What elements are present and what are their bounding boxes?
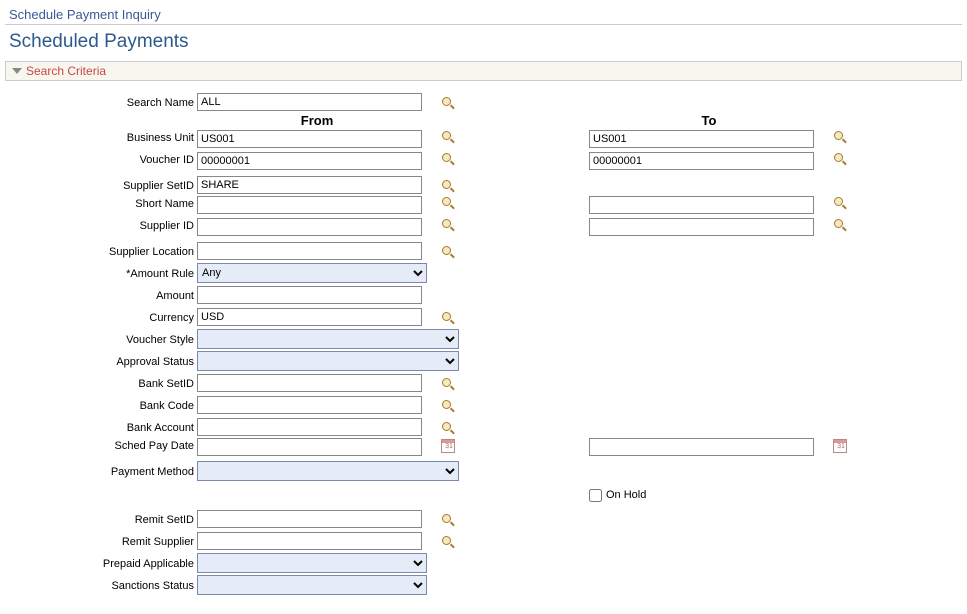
amount-rule-select[interactable]: Any	[197, 263, 427, 283]
lookup-icon[interactable]	[442, 97, 454, 109]
supplier-id-from-input[interactable]	[197, 218, 422, 236]
search-name-label: Search Name	[5, 95, 197, 109]
lookup-icon[interactable]	[834, 153, 846, 165]
bank-code-label: Bank Code	[5, 398, 197, 412]
voucher-id-from-input[interactable]	[197, 152, 422, 170]
supplier-setid-input[interactable]	[197, 176, 422, 194]
bank-setid-input[interactable]	[197, 374, 422, 392]
lookup-icon[interactable]	[442, 219, 454, 231]
lookup-icon[interactable]	[834, 219, 846, 231]
on-hold-label: On Hold	[606, 489, 646, 501]
currency-label: Currency	[5, 310, 197, 324]
lookup-icon[interactable]	[442, 422, 454, 434]
short-name-to-input[interactable]	[589, 196, 814, 214]
remit-setid-label: Remit SetID	[5, 512, 197, 526]
amount-label: Amount	[5, 288, 197, 302]
remit-supplier-input[interactable]	[197, 532, 422, 550]
voucher-id-label: Voucher ID	[5, 152, 197, 174]
search-name-input[interactable]	[197, 93, 422, 111]
lookup-icon[interactable]	[834, 197, 846, 209]
bank-setid-label: Bank SetID	[5, 376, 197, 390]
search-criteria-header[interactable]: Search Criteria	[5, 61, 962, 81]
search-criteria-title: Search Criteria	[26, 64, 106, 78]
lookup-icon[interactable]	[834, 131, 846, 143]
lookup-icon[interactable]	[442, 312, 454, 324]
remit-supplier-label: Remit Supplier	[5, 534, 197, 548]
supplier-location-input[interactable]	[197, 242, 422, 260]
short-name-from-input[interactable]	[197, 196, 422, 214]
sanctions-status-label: Sanctions Status	[5, 578, 197, 592]
approval-status-label: Approval Status	[5, 354, 197, 368]
remit-setid-input[interactable]	[197, 510, 422, 528]
page-title: Scheduled Payments	[5, 25, 962, 61]
lookup-icon[interactable]	[442, 153, 454, 165]
payment-method-label: Payment Method	[5, 464, 197, 478]
breadcrumb: Schedule Payment Inquiry	[5, 5, 962, 25]
lookup-icon[interactable]	[442, 180, 454, 192]
supplier-id-label: Supplier ID	[5, 218, 197, 240]
lookup-icon[interactable]	[442, 131, 454, 143]
business-unit-from-input[interactable]	[197, 130, 422, 148]
on-hold-checkbox[interactable]	[589, 489, 602, 502]
business-unit-label: Business Unit	[5, 130, 197, 152]
lookup-icon[interactable]	[442, 246, 454, 258]
sched-pay-date-from-input[interactable]	[197, 438, 422, 456]
lookup-icon[interactable]	[442, 197, 454, 209]
prepaid-applicable-select[interactable]	[197, 553, 427, 573]
chevron-down-icon	[12, 68, 22, 74]
sched-pay-date-label: Sched Pay Date	[5, 438, 197, 460]
bank-code-input[interactable]	[197, 396, 422, 414]
lookup-icon[interactable]	[442, 536, 454, 548]
voucher-style-select[interactable]	[197, 329, 459, 349]
short-name-label: Short Name	[5, 196, 197, 218]
voucher-style-label: Voucher Style	[5, 332, 197, 346]
supplier-setid-label: Supplier SetID	[5, 178, 197, 192]
prepaid-applicable-label: Prepaid Applicable	[5, 556, 197, 570]
to-heading: To	[589, 113, 829, 128]
supplier-location-label: Supplier Location	[5, 244, 197, 258]
amount-input[interactable]	[197, 286, 422, 304]
lookup-icon[interactable]	[442, 378, 454, 390]
sched-pay-date-to-input[interactable]	[589, 438, 814, 456]
bank-account-input[interactable]	[197, 418, 422, 436]
voucher-id-to-input[interactable]	[589, 152, 814, 170]
supplier-id-to-input[interactable]	[589, 218, 814, 236]
bank-account-label: Bank Account	[5, 420, 197, 434]
payment-method-select[interactable]	[197, 461, 459, 481]
calendar-icon[interactable]	[833, 439, 847, 453]
currency-input[interactable]	[197, 308, 422, 326]
from-heading: From	[197, 113, 437, 128]
approval-status-select[interactable]	[197, 351, 459, 371]
lookup-icon[interactable]	[442, 514, 454, 526]
calendar-icon[interactable]	[441, 439, 455, 453]
business-unit-to-input[interactable]	[589, 130, 814, 148]
lookup-icon[interactable]	[442, 400, 454, 412]
amount-rule-label: *Amount Rule	[5, 266, 197, 280]
sanctions-status-select[interactable]	[197, 575, 427, 595]
